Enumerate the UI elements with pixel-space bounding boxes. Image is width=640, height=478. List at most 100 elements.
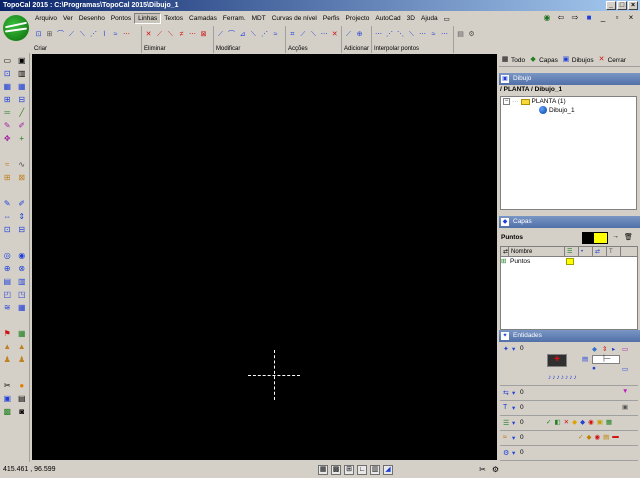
table-row[interactable]: ⊞ Puntos — [501, 257, 637, 266]
add-icon[interactable]: ⟋ — [344, 30, 353, 39]
layer-visible-icon[interactable]: ⊞ — [501, 257, 510, 266]
flag-icon[interactable]: ⚑ — [3, 329, 12, 338]
tree-node-planta[interactable]: − ··· PLANTA (1) — [503, 98, 566, 105]
entity-row-other[interactable]: ⚙ ▾ 0 — [500, 446, 638, 461]
tool-icon[interactable]: ⊕ — [3, 264, 12, 273]
layer-toggle-icon[interactable]: ▥ — [370, 465, 380, 475]
move-icon[interactable]: ✥ — [3, 134, 12, 143]
style-icon[interactable]: ⇕ — [602, 345, 607, 353]
add-icon[interactable]: + — [17, 134, 26, 143]
line-icon[interactable]: ═ — [3, 108, 12, 117]
style-icon[interactable]: ▣ — [597, 418, 603, 426]
style-icon[interactable]: ◉ — [594, 433, 600, 441]
style-icon[interactable]: ✓ — [546, 418, 551, 426]
line-icon[interactable]: ⋯ — [122, 30, 131, 39]
style-icon[interactable]: ▸ — [612, 345, 615, 353]
interpolate-icon[interactable]: ⋱ — [396, 30, 405, 39]
entity-row-surfaces[interactable]: ☰ ▾ 0 ✓ ◧ ✕ ◆ ◆ ◉ ▣ ▦ — [500, 416, 638, 431]
grid-icon[interactable]: ⊠ — [17, 173, 26, 182]
line-icon[interactable]: ⋰ — [89, 30, 98, 39]
doc-icon[interactable]: ◰ — [3, 290, 12, 299]
action-icon[interactable]: ⋯ — [320, 30, 329, 39]
ortho-toggle-icon[interactable]: ∟ — [357, 465, 367, 475]
menu-desenho[interactable]: Desenho — [76, 14, 108, 23]
menu-ajuda[interactable]: Ajuda — [418, 14, 441, 23]
style-icon[interactable]: ▦ — [606, 418, 612, 426]
menu-ferram[interactable]: Ferram. — [220, 14, 249, 23]
pencil-icon[interactable]: ✎ — [3, 199, 12, 208]
dropdown-icon[interactable]: ▾ — [512, 434, 515, 442]
menu-arquivo[interactable]: Arquivo — [32, 14, 60, 23]
arrow-icon[interactable]: ⇨ — [570, 13, 580, 23]
style-icon[interactable]: ▭ — [622, 365, 628, 373]
menu-perfis[interactable]: Perfis — [320, 14, 343, 23]
new-file-icon[interactable]: ▭ — [3, 56, 12, 65]
line-icon[interactable]: ⟋ — [67, 30, 76, 39]
settings-icon[interactable]: ⚙ — [491, 465, 500, 474]
menu-ver[interactable]: Ver — [60, 14, 76, 23]
doc-icon[interactable]: ▤ — [3, 277, 12, 286]
col-text-icon[interactable]: T — [607, 247, 621, 256]
menu-mdt[interactable]: MDT — [249, 14, 269, 23]
pen-icon[interactable]: ✐ — [17, 121, 26, 130]
delete-icon[interactable]: ⟍ — [166, 30, 175, 39]
save-icon[interactable]: ▣ — [3, 394, 12, 403]
wave-icon[interactable]: ▦ — [17, 303, 26, 312]
scale-icon[interactable]: ⇔ — [3, 212, 12, 221]
settings-icon[interactable]: ⚙ — [467, 30, 476, 39]
dropdown-icon[interactable]: ▾ — [512, 389, 515, 397]
edit-icon[interactable]: ⊿ — [238, 30, 247, 39]
add-icon[interactable]: ⊕ — [355, 30, 364, 39]
delete-icon[interactable]: ⟋ — [155, 30, 164, 39]
interpolate-icon[interactable]: ⋯ — [374, 30, 383, 39]
layer-icon[interactable]: ▥ — [17, 69, 26, 78]
menu-projecto[interactable]: Projecto — [343, 14, 373, 23]
line-icon[interactable]: ⟍ — [78, 30, 87, 39]
map-icon[interactable]: ▦ — [17, 329, 26, 338]
camera-icon[interactable]: ◙ — [17, 407, 26, 416]
style-icon[interactable]: ✕ — [564, 418, 569, 426]
zoom-icon[interactable]: ⊟ — [17, 95, 26, 104]
edit-icon[interactable]: ⌒ — [227, 30, 236, 39]
style-icon[interactable]: ▤ — [582, 355, 588, 363]
edit-icon[interactable]: ⋰ — [260, 30, 269, 39]
chart-icon[interactable]: ▲ — [3, 342, 12, 351]
menu-autocad[interactable]: AutoCad — [372, 14, 403, 23]
line-icon[interactable]: ⌇ — [100, 30, 109, 39]
wave-icon[interactable]: ≋ — [3, 303, 12, 312]
scale-icon[interactable]: ⇕ — [17, 212, 26, 221]
restore-icon[interactable]: ▫ — [612, 13, 622, 23]
action-icon[interactable]: ✕ — [330, 30, 339, 39]
menu-3d[interactable]: 3D — [404, 14, 418, 23]
menu-camadas[interactable]: Camadas — [186, 14, 220, 23]
col-nombre[interactable]: Nombre — [509, 247, 565, 256]
interpolate-icon[interactable]: ⋯ — [418, 30, 427, 39]
help-icon[interactable]: ■ — [584, 13, 594, 23]
dropdown-icon[interactable]: ▾ — [512, 345, 515, 353]
close-button[interactable]: × — [628, 1, 638, 10]
entity-row-texts[interactable]: T ▾ 0 ▣ — [500, 401, 638, 416]
drawing-canvas[interactable] — [32, 54, 497, 460]
action-icon[interactable]: ⌗ — [288, 30, 297, 39]
snap-toggle-icon[interactable]: ⊞ — [344, 465, 354, 475]
color-toggle-icon[interactable]: ◢ — [383, 465, 393, 475]
grid-toggle-icon[interactable]: ▦ — [318, 465, 328, 475]
doc-icon[interactable]: ▥ — [17, 277, 26, 286]
delete-icon[interactable]: ✕ — [144, 30, 153, 39]
style-icon[interactable]: ✓ — [578, 433, 583, 441]
image-icon[interactable]: ▩ — [3, 407, 12, 416]
eye-icon[interactable]: ◉ — [542, 13, 552, 23]
delete-icon[interactable]: ⋯ — [188, 30, 197, 39]
polyline-icon[interactable]: ⊡ — [34, 30, 43, 39]
col-line-icon[interactable]: ⇄ — [593, 247, 607, 256]
pencil-icon[interactable]: ✐ — [17, 199, 26, 208]
delete-icon[interactable]: ≠ — [177, 30, 186, 39]
measure-icon[interactable]: ⊟ — [17, 225, 26, 234]
edit-icon[interactable]: ⟋ — [216, 30, 225, 39]
people-icon[interactable]: ♟ — [17, 355, 26, 364]
style-icon[interactable]: ▭ — [622, 345, 628, 353]
zoom-icon[interactable]: ⊞ — [3, 95, 12, 104]
menu-pontos[interactable]: Pontos — [108, 14, 134, 23]
minimize-button[interactable]: _ — [606, 1, 616, 10]
menu-textos[interactable]: Textos — [161, 14, 186, 23]
